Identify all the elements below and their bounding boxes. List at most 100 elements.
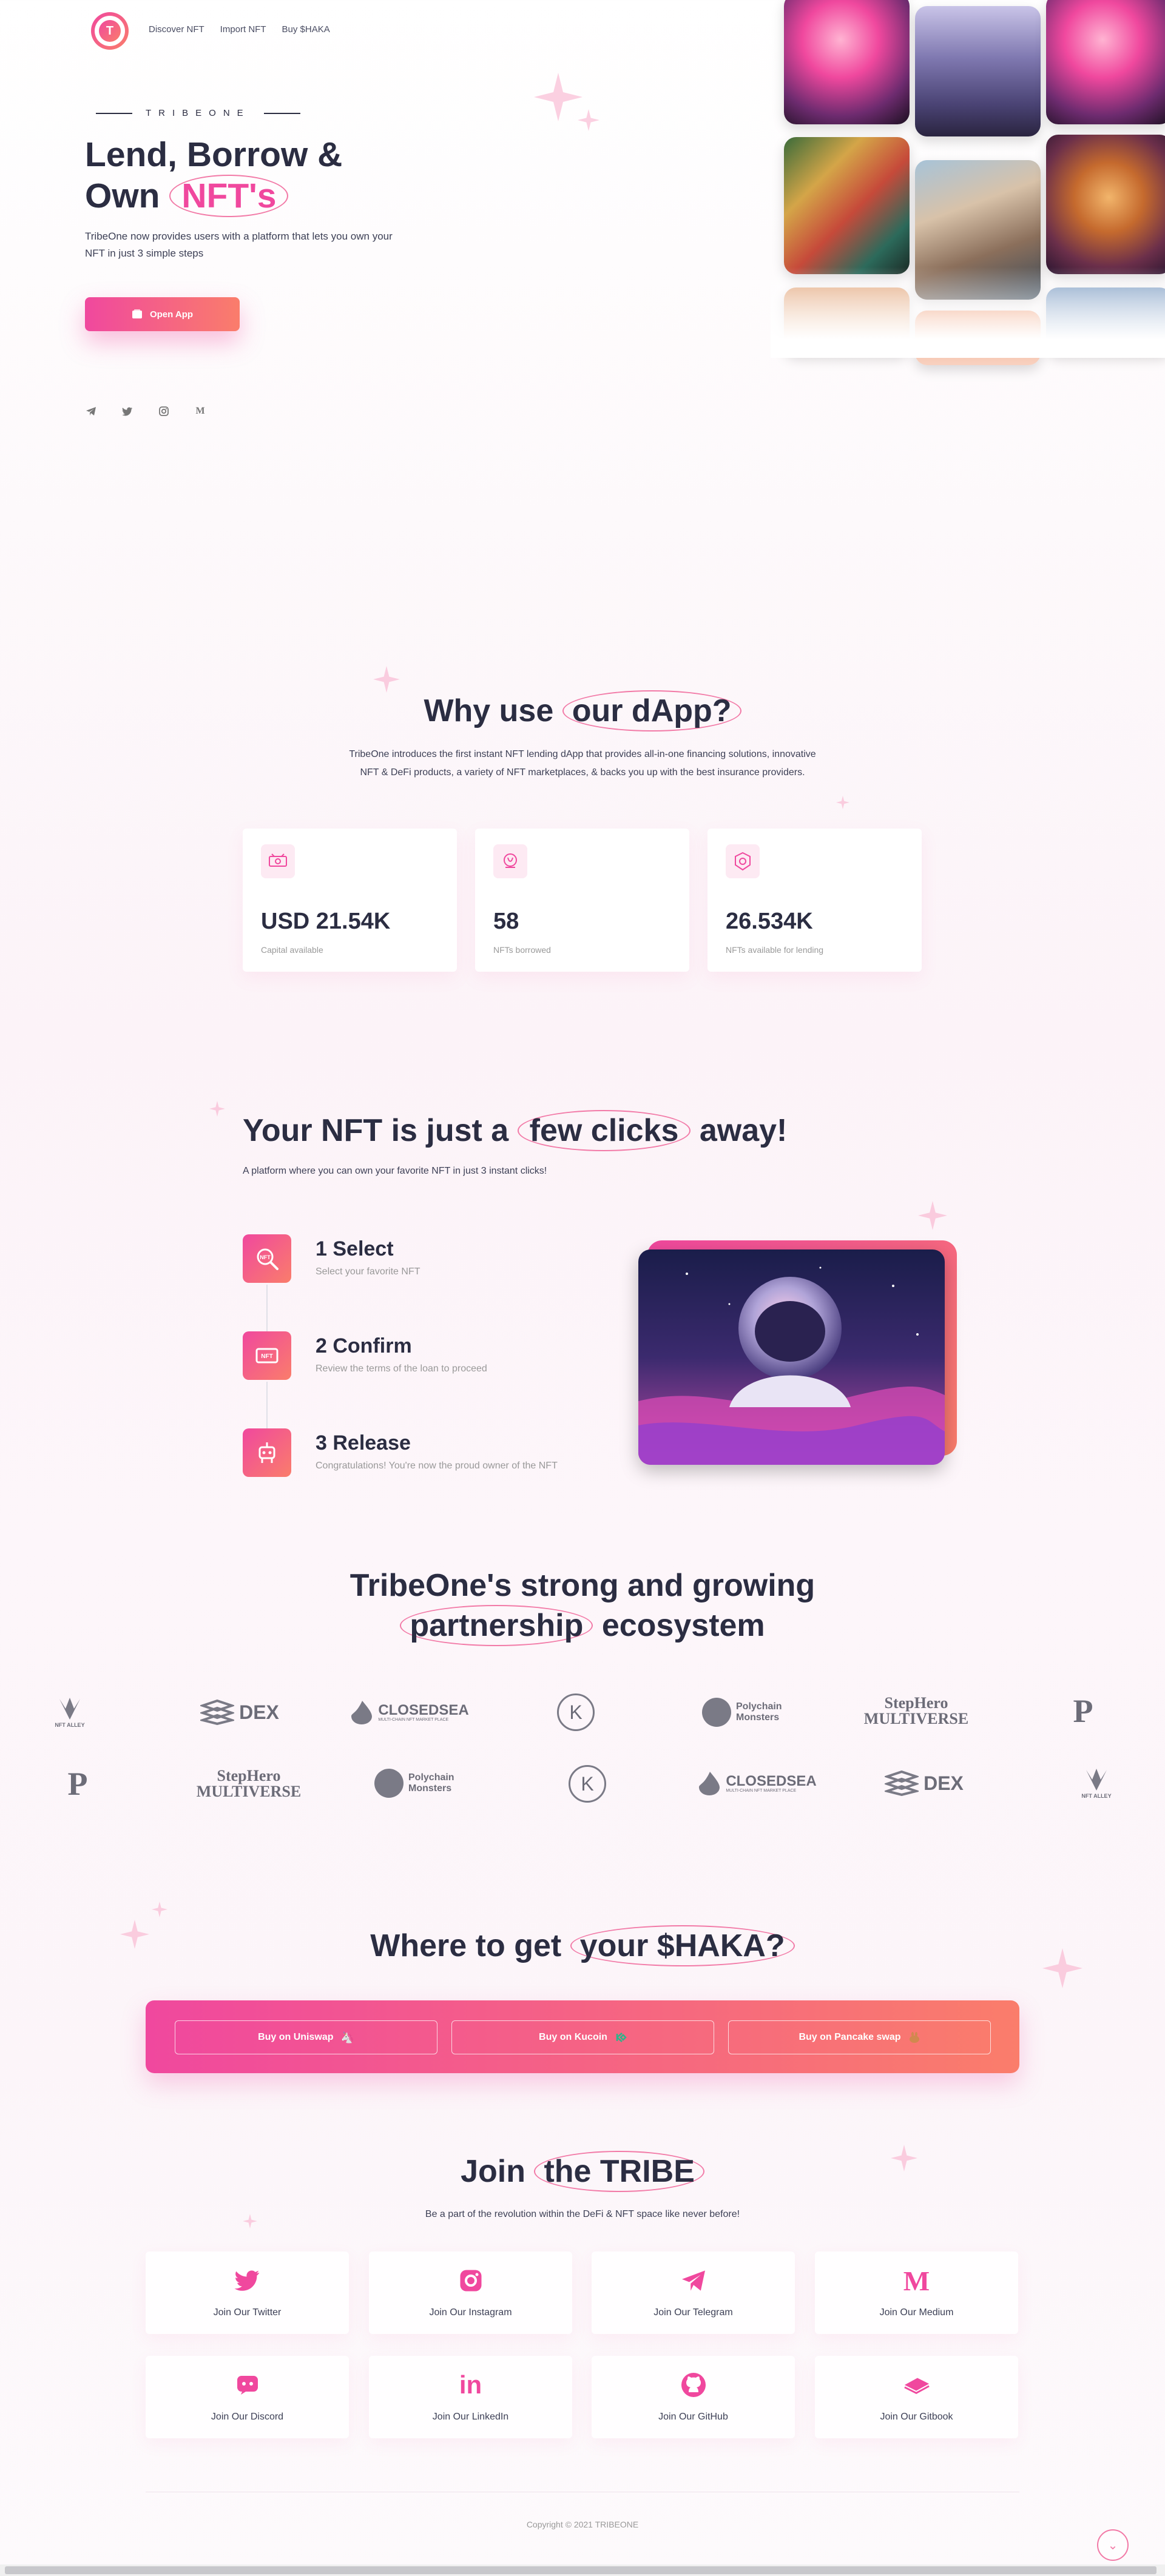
- svg-text:NFT: NFT: [260, 1254, 271, 1260]
- pancake-bunny-icon: [909, 2032, 919, 2043]
- scroll-to-top-button[interactable]: ⌄: [1097, 2529, 1129, 2561]
- partner-logo-k[interactable]: K: [569, 1765, 606, 1803]
- join-telegram-card[interactable]: Join Our Telegram: [592, 2251, 795, 2334]
- partners-title: TribeOne's strong and growing partnershi…: [0, 1566, 1165, 1646]
- why-title: Why use our dApp?: [0, 690, 1165, 731]
- join-card-label: Join Our Discord: [211, 2412, 284, 2422]
- partner-label: StepHero MULTIVERSE: [196, 1767, 302, 1800]
- instagram-icon[interactable]: [158, 405, 170, 417]
- partner-logo-polychain-monsters[interactable]: Polychain Monsters: [701, 1695, 792, 1729]
- nft-tile-pink-hair-2[interactable]: [1046, 0, 1165, 124]
- hero-title-line1: Lend, Borrow &: [85, 135, 343, 174]
- medium-icon[interactable]: M: [194, 405, 206, 417]
- partners-title-line2: partnership ecosystem: [0, 1605, 1165, 1646]
- join-medium-card[interactable]: M Join Our Medium: [815, 2251, 1018, 2334]
- join-gitbook-card[interactable]: Join Our Gitbook: [815, 2356, 1018, 2438]
- partner-label: StepHero MULTIVERSE: [863, 1694, 969, 1727]
- nft-tile-graffiti-face[interactable]: [784, 137, 910, 274]
- nft-tile-pink-hair[interactable]: [784, 0, 910, 124]
- brand-rule-right: [263, 112, 300, 114]
- partner-logo-nft-alley[interactable]: NFT ALLEY: [1069, 1762, 1124, 1804]
- capital-icon: [261, 844, 295, 878]
- stat-card-capital: USD 21.54K Capital available: [243, 829, 457, 972]
- partner-label: NFT ALLEY: [55, 1722, 85, 1728]
- clicks-subtitle: A platform where you can own your favori…: [243, 1166, 547, 1176]
- open-app-button[interactable]: Open App: [85, 297, 240, 331]
- partner-label: K: [569, 1701, 582, 1723]
- partners-title-line1: TribeOne's strong and growing: [350, 1568, 816, 1603]
- join-twitter-card[interactable]: Join Our Twitter: [146, 2251, 349, 2334]
- logo-ring: T: [95, 16, 125, 46]
- sparkle-decoration: [918, 1201, 947, 1230]
- join-github-card[interactable]: Join Our GitHub: [592, 2356, 795, 2438]
- copyright: Copyright © 2021 TRIBEONE: [526, 2520, 639, 2529]
- partner-label: NFT ALLEY: [1081, 1793, 1112, 1799]
- github-icon: [680, 2372, 707, 2398]
- tribeone-logo[interactable]: T: [91, 12, 129, 50]
- partner-label: CLOSEDSEA: [726, 1772, 817, 1789]
- nft-alley-wings-icon: [1086, 1769, 1107, 1791]
- partners-title-plain: ecosystem: [601, 1608, 765, 1643]
- dex-icon: [200, 1700, 235, 1725]
- stat-card-borrowed: 58 NFTs borrowed: [475, 829, 689, 972]
- partner-logo-closedsea[interactable]: CLOSEDSEA MULTI-CHAIN NFT MARKET PLACE: [694, 1766, 821, 1800]
- closedsea-subtitle: MULTI-CHAIN NFT MARKET PLACE: [726, 1788, 797, 1793]
- buy-kucoin-button[interactable]: Buy on Kucoin: [451, 2020, 714, 2054]
- join-subtitle: Be a part of the revolution within the D…: [425, 2209, 740, 2219]
- join-title-highlight: the TRIBE: [534, 2151, 704, 2192]
- kucoin-icon: [616, 2033, 627, 2042]
- partner-logo-p[interactable]: P: [1065, 1692, 1101, 1730]
- partner-logo-nft-alley[interactable]: NFT ALLEY: [42, 1691, 97, 1734]
- buy-label: Buy on Kucoin: [539, 2032, 607, 2042]
- hero-socials: M: [85, 405, 206, 417]
- partner-label: Polychain Monsters: [736, 1701, 782, 1723]
- join-instagram-card[interactable]: Join Our Instagram: [369, 2251, 572, 2334]
- nft-tile-astronaut-purple[interactable]: [915, 6, 1041, 136]
- join-card-label: Join Our Telegram: [653, 2307, 733, 2318]
- nft-tile-gold-face[interactable]: [1046, 135, 1165, 274]
- buy-label: Buy on Uniswap: [258, 2032, 334, 2042]
- gitbook-icon: [903, 2372, 930, 2398]
- join-card-label: Join Our GitHub: [658, 2412, 728, 2422]
- partner-logo-stephero[interactable]: StepHero MULTIVERSE: [197, 1764, 301, 1804]
- nav-import-nft[interactable]: Import NFT: [220, 24, 266, 35]
- partner-label: DEX: [924, 1772, 964, 1794]
- buy-uniswap-button[interactable]: Buy on Uniswap 🦄: [175, 2020, 437, 2054]
- join-discord-card[interactable]: Join Our Discord: [146, 2356, 349, 2438]
- partner-logo-dex[interactable]: DEX: [879, 1766, 970, 1800]
- closedsea-wordmark: CLOSEDSEA MULTI-CHAIN NFT MARKET PLACE: [378, 1703, 468, 1722]
- confirm-nft-icon: NFT: [243, 1331, 291, 1380]
- nav-buy-haka[interactable]: Buy $HAKA: [282, 24, 330, 35]
- telegram-icon[interactable]: [85, 405, 97, 417]
- step-connector: [266, 1382, 268, 1430]
- step-connector: [266, 1285, 268, 1333]
- haka-title-plain: Where to get: [370, 1928, 562, 1963]
- brand-rule-left: [96, 112, 132, 114]
- hero-title-highlight: NFT's: [169, 175, 289, 217]
- partner-logo-closedsea[interactable]: CLOSEDSEA MULTI-CHAIN NFT MARKET PLACE: [346, 1695, 473, 1729]
- nav-discover-nft[interactable]: Discover NFT: [149, 24, 204, 35]
- scrollbar-thumb[interactable]: [5, 2566, 1157, 2574]
- twitter-icon[interactable]: [121, 405, 133, 417]
- partner-logo-k[interactable]: K: [557, 1693, 595, 1731]
- hero-title: Lend, Borrow & Own NFT's: [85, 135, 342, 217]
- partner-label: P: [1073, 1693, 1093, 1729]
- join-linkedin-card[interactable]: in Join Our LinkedIn: [369, 2356, 572, 2438]
- sparkle-decoration: [209, 1101, 225, 1117]
- hero-title-own: Own: [85, 177, 160, 215]
- join-card-label: Join Our LinkedIn: [432, 2412, 509, 2422]
- partner-logo-dex[interactable]: DEX: [194, 1695, 285, 1729]
- partner-logo-polychain-monsters[interactable]: Polychain Monsters: [373, 1766, 464, 1800]
- partner-label: P: [67, 1766, 88, 1802]
- linkedin-icon: in: [459, 2370, 482, 2399]
- join-card-label: Join Our Medium: [879, 2307, 954, 2318]
- wallet-icon: [132, 309, 142, 318]
- partner-logo-p[interactable]: P: [59, 1765, 96, 1803]
- borrowed-icon: [493, 844, 527, 878]
- haka-title-highlight: your $HAKA?: [570, 1925, 795, 1966]
- partner-logo-stephero[interactable]: StepHero MULTIVERSE: [864, 1691, 968, 1731]
- clicks-title-plain-2: away!: [699, 1113, 788, 1148]
- sparkle-decoration: [373, 666, 400, 693]
- buy-pancakeswap-button[interactable]: Buy on Pancake swap: [728, 2020, 991, 2054]
- stat-label: NFTs available for lending: [726, 945, 824, 955]
